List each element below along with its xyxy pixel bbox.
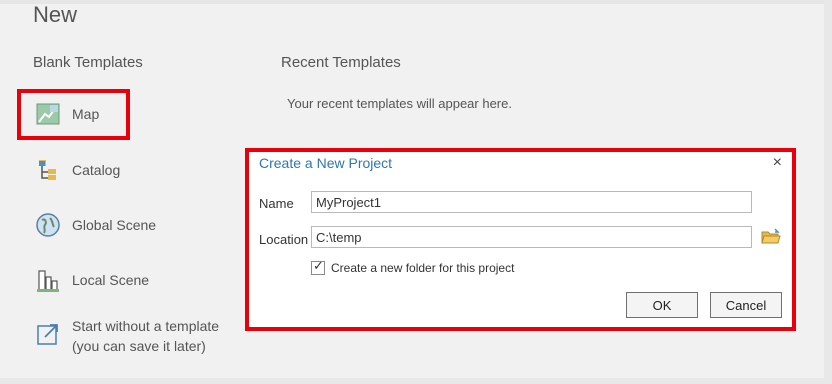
template-catalog-label: Catalog xyxy=(72,162,121,178)
template-local-scene-label: Local Scene xyxy=(72,272,150,288)
page-title: New xyxy=(33,2,78,27)
template-start-label: Start without a template (you can save i… xyxy=(72,316,219,356)
template-global-scene[interactable]: Global Scene xyxy=(34,211,156,239)
template-start-without[interactable]: Start without a template (you can save i… xyxy=(34,316,219,356)
catalog-icon xyxy=(34,156,62,184)
template-start-line2: (you can save it later) xyxy=(72,338,206,354)
template-global-scene-label: Global Scene xyxy=(72,217,157,233)
template-start-line1: Start without a template xyxy=(72,318,220,334)
frame-bottom xyxy=(0,378,832,384)
recent-templates-heading: Recent Templates xyxy=(281,54,401,71)
map-highlight-box xyxy=(17,89,130,140)
recent-templates-message: Your recent templates will appear here. xyxy=(287,96,512,111)
dialog-highlight-box xyxy=(245,148,796,331)
globe-icon xyxy=(34,211,62,239)
new-project-page: New Blank Templates Recent Templates You… xyxy=(0,0,832,384)
buildings-icon xyxy=(34,266,62,294)
blank-templates-heading: Blank Templates xyxy=(33,54,143,71)
template-catalog[interactable]: Catalog xyxy=(34,156,120,184)
template-local-scene[interactable]: Local Scene xyxy=(34,266,149,294)
open-arrow-icon xyxy=(34,320,62,348)
frame-right xyxy=(824,0,832,384)
frame-top xyxy=(0,0,832,4)
